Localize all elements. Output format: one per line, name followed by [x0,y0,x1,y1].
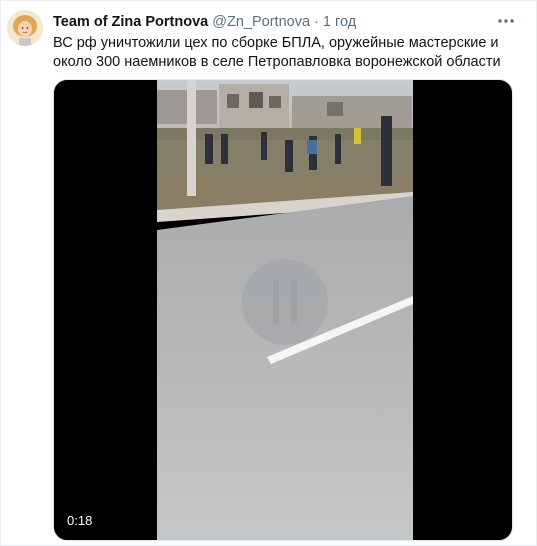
avatar-portrait-icon [7,10,43,46]
tweet-timestamp[interactable]: 1 год [323,14,356,30]
tweet-header: Team of Zina Portnova @Zn_Portnova · 1 г… [53,13,356,31]
video-duration: 0:18 [67,513,93,528]
avatar[interactable] [7,10,43,46]
more-options-button[interactable] [493,11,519,31]
video-player[interactable]: 0:18 [53,79,513,541]
tweet-text: ВС рф уничтожили цех по сборке БПЛА, ору… [53,35,501,70]
separator-dot: · [314,14,319,30]
author-handle[interactable]: @Zn_Portnova [212,14,310,30]
more-dots-icon [498,19,514,23]
author-name[interactable]: Team of Zina Portnova [53,14,208,30]
tweet-card[interactable]: Team of Zina Portnova @Zn_Portnova · 1 г… [0,0,537,546]
video-frame [157,80,413,540]
